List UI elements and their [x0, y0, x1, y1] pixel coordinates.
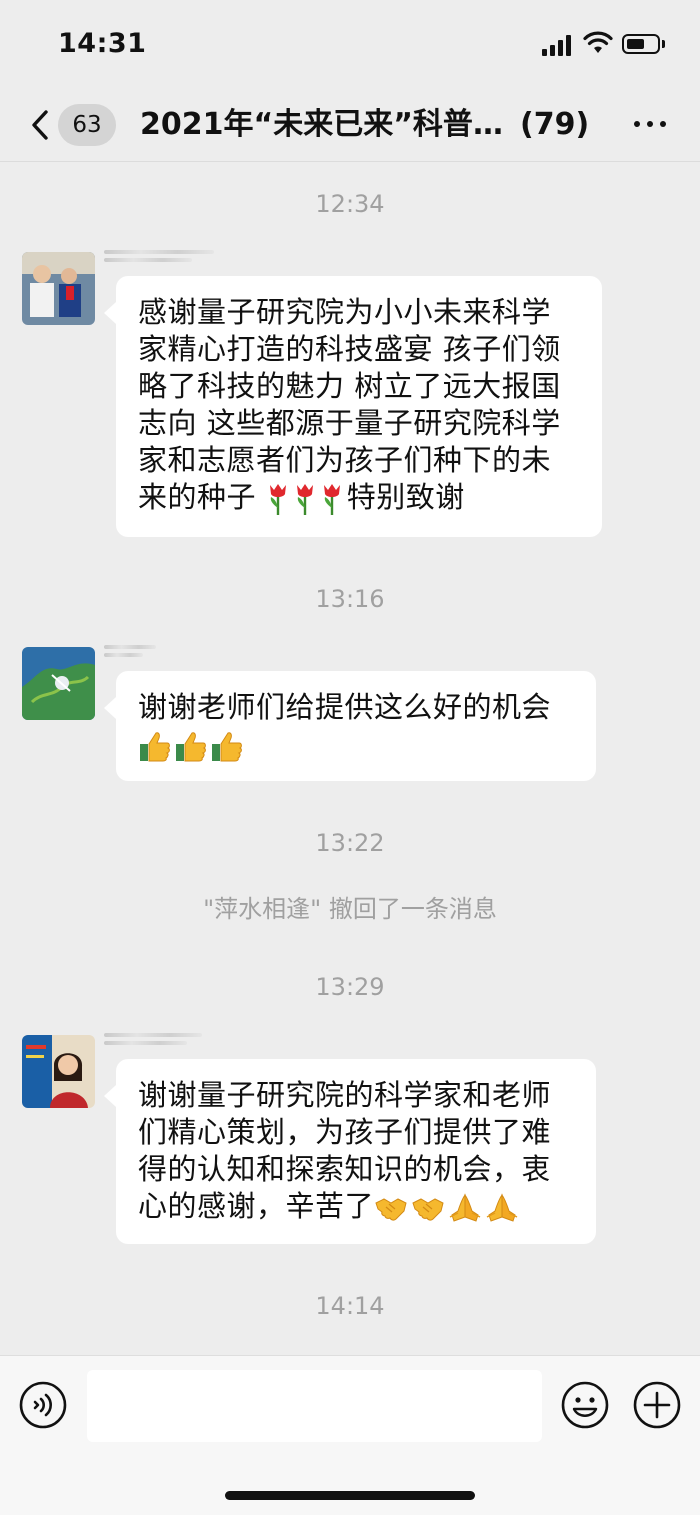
message-timestamp: 13:29 [315, 973, 385, 1001]
cellular-signal-icon [542, 34, 574, 56]
chevron-left-icon[interactable] [26, 106, 56, 144]
praying-hands-icon [449, 1193, 481, 1222]
message-bubble[interactable]: 谢谢老师们给提供这么好的机会 [104, 671, 596, 781]
thumbs-up-icon [176, 731, 206, 761]
handshake-icon [412, 1198, 444, 1221]
message-text: 谢谢老师们给提供这么好的机会 [138, 690, 552, 724]
message-input[interactable] [87, 1370, 542, 1442]
thumbs-up-icon [140, 731, 170, 761]
tulip-icon [269, 484, 286, 515]
battery-level [627, 39, 644, 49]
wifi-icon [583, 31, 613, 53]
chat-header: 63 2021年“未来已来”科普... (79) [0, 90, 700, 162]
tulip-icon [323, 484, 340, 515]
plus-icon[interactable] [632, 1380, 682, 1430]
tulip-icon [296, 484, 313, 515]
message-bubble[interactable]: 感谢量子研究院为小小未来科学家精心打造的科技盛宴 孩子们领略了科技的魅力 树立了… [104, 276, 602, 537]
message-text-suffix: 特别致谢 [346, 480, 465, 514]
smiley-icon[interactable] [560, 1380, 610, 1430]
message-timestamp: 13:22 [315, 829, 385, 857]
message-bubble[interactable]: 谢谢量子研究院的科学家和老师们精心策划，为孩子们提供了难得的认知和探索知识的机会… [104, 1059, 596, 1244]
unread-count-badge[interactable]: 63 [58, 104, 116, 146]
more-dots-icon[interactable] [630, 112, 670, 136]
battery-tip [662, 40, 665, 48]
voice-icon[interactable] [18, 1380, 68, 1430]
sender-name-redacted [104, 1029, 202, 1055]
message-timestamp: 12:34 [315, 190, 385, 218]
status-time: 14:31 [58, 28, 147, 59]
chat-title[interactable]: 2021年“未来已来”科普... [140, 102, 505, 148]
thumbs-up-icon [212, 731, 242, 761]
home-indicator [225, 1491, 475, 1500]
avatar[interactable] [22, 647, 95, 720]
recall-notice: "萍水相逢" 撤回了一条消息 [203, 895, 497, 923]
status-bar: 14:31 [0, 0, 700, 90]
battery-icon [622, 34, 660, 54]
member-count[interactable]: (79) [520, 102, 589, 148]
sender-name-redacted [104, 641, 156, 667]
message-timestamp: 14:14 [315, 1292, 385, 1320]
sender-name-redacted [104, 246, 214, 272]
praying-hands-icon [486, 1193, 518, 1222]
message-timestamp: 13:16 [315, 585, 385, 613]
avatar[interactable] [22, 252, 95, 325]
handshake-icon [375, 1198, 407, 1221]
avatar[interactable] [22, 1035, 95, 1108]
